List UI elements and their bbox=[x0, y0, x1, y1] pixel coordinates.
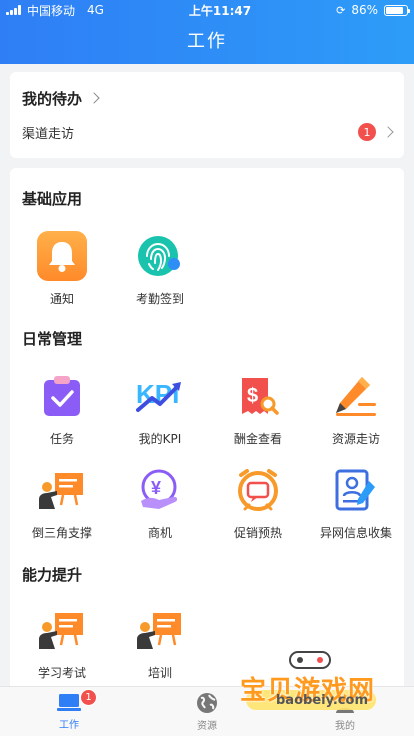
todo-item-channel-visit[interactable]: 渠道走访 1 bbox=[10, 112, 404, 152]
clock: 上午11:47 bbox=[188, 3, 252, 18]
app-label: 促销预热 bbox=[233, 526, 282, 540]
app-resource-visit[interactable]: 资源走访 bbox=[310, 370, 402, 447]
app-notification[interactable]: 通知 bbox=[16, 230, 108, 307]
svg-text:¥: ¥ bbox=[151, 478, 161, 498]
app-label: 培训 bbox=[147, 666, 172, 680]
pencil-icon bbox=[330, 370, 382, 422]
tab-label: 资源 bbox=[197, 721, 217, 732]
section-title-ability: 能力提升 bbox=[22, 566, 83, 584]
watermark-url: baobeiy.com bbox=[276, 693, 368, 708]
todo-count-badge: 1 bbox=[358, 123, 376, 141]
app-label: 商机 bbox=[147, 526, 172, 540]
app-label: 异网信息收集 bbox=[319, 526, 392, 540]
todo-item-label: 渠道走访 bbox=[22, 126, 75, 142]
app-training[interactable]: 培训 bbox=[114, 604, 206, 681]
svg-text:$: $ bbox=[247, 385, 258, 407]
app-label: 酬金查看 bbox=[233, 432, 282, 446]
alarm-message-icon bbox=[232, 464, 284, 516]
page-title: 工作 bbox=[187, 31, 227, 52]
app-study-exam[interactable]: 学习考试 bbox=[16, 604, 108, 681]
app-label: 倒三角支撑 bbox=[31, 526, 92, 540]
chevron-right-icon bbox=[88, 92, 100, 104]
app-label: 通知 bbox=[49, 292, 74, 306]
kpi-icon: KPI bbox=[134, 370, 186, 422]
watermark: 宝贝游戏网 baobeiy.com bbox=[238, 640, 388, 712]
app-grid-daily-row2: 倒三角支撑 ¥ 商机 促销预热 异网信息收集 bbox=[10, 464, 404, 541]
chevron-right-icon bbox=[382, 126, 394, 138]
battery-percent: 86% bbox=[351, 3, 378, 17]
app-grid-daily-row1: 任务 KPI 我的KPI $ 酬金查看 资源走访 bbox=[10, 370, 404, 447]
rotation-lock-icon: ⟳ bbox=[336, 3, 346, 17]
yuan-hand-icon: ¥ bbox=[134, 464, 186, 516]
app-label: 我的KPI bbox=[138, 432, 182, 446]
section-title-daily: 日常管理 bbox=[22, 330, 83, 348]
tab-work[interactable]: 工作 1 bbox=[0, 687, 138, 736]
carrier-label: 中国移动 bbox=[27, 3, 76, 18]
todo-card: 我的待办 渠道走访 1 bbox=[10, 72, 404, 158]
presenter-icon bbox=[36, 464, 88, 516]
bill-search-icon: $ bbox=[232, 370, 284, 422]
app-kpi[interactable]: KPI 我的KPI bbox=[114, 370, 206, 447]
app-header: 中国移动 4G 上午11:47 ⟳ 86% 工作 bbox=[0, 0, 414, 64]
signal-icon bbox=[6, 5, 21, 15]
app-attendance[interactable]: 考勤签到 bbox=[114, 230, 206, 307]
battery-icon bbox=[383, 4, 410, 16]
laptop-icon bbox=[57, 694, 81, 711]
fingerprint-icon bbox=[134, 230, 186, 282]
app-label: 任务 bbox=[49, 432, 74, 446]
app-label: 考勤签到 bbox=[135, 292, 184, 306]
todo-title: 我的待办 bbox=[22, 89, 83, 108]
app-label: 学习考试 bbox=[37, 666, 86, 680]
todo-header[interactable]: 我的待办 bbox=[10, 72, 404, 112]
app-other-network-info[interactable]: 异网信息收集 bbox=[310, 464, 402, 541]
app-grid-basic: 通知 考勤签到 bbox=[10, 230, 404, 307]
id-card-icon bbox=[330, 464, 382, 516]
app-task[interactable]: 任务 bbox=[16, 370, 108, 447]
tab-badge: 1 bbox=[80, 689, 97, 706]
presenter-icon bbox=[36, 604, 88, 656]
section-title-basic: 基础应用 bbox=[22, 190, 83, 208]
app-commission[interactable]: $ 酬金查看 bbox=[212, 370, 304, 447]
app-label: 资源走访 bbox=[331, 432, 380, 446]
globe-icon bbox=[197, 693, 217, 713]
status-bar: 中国移动 4G 上午11:47 ⟳ 86% bbox=[0, 0, 414, 20]
tab-label: 我的 bbox=[335, 721, 355, 732]
app-promotion[interactable]: 促销预热 bbox=[212, 464, 304, 541]
bell-icon bbox=[36, 230, 88, 282]
apps-card: 基础应用 通知 考勤签到 日常管理 任务 KPI 我的KPI $ 酬金查看 资源… bbox=[10, 168, 404, 686]
presenter-icon bbox=[134, 604, 186, 656]
app-business-opportunity[interactable]: ¥ 商机 bbox=[114, 464, 206, 541]
task-check-icon bbox=[36, 370, 88, 422]
app-triangle-support[interactable]: 倒三角支撑 bbox=[16, 464, 108, 541]
tab-label: 工作 bbox=[59, 720, 79, 731]
network-label: 4G bbox=[87, 3, 104, 17]
